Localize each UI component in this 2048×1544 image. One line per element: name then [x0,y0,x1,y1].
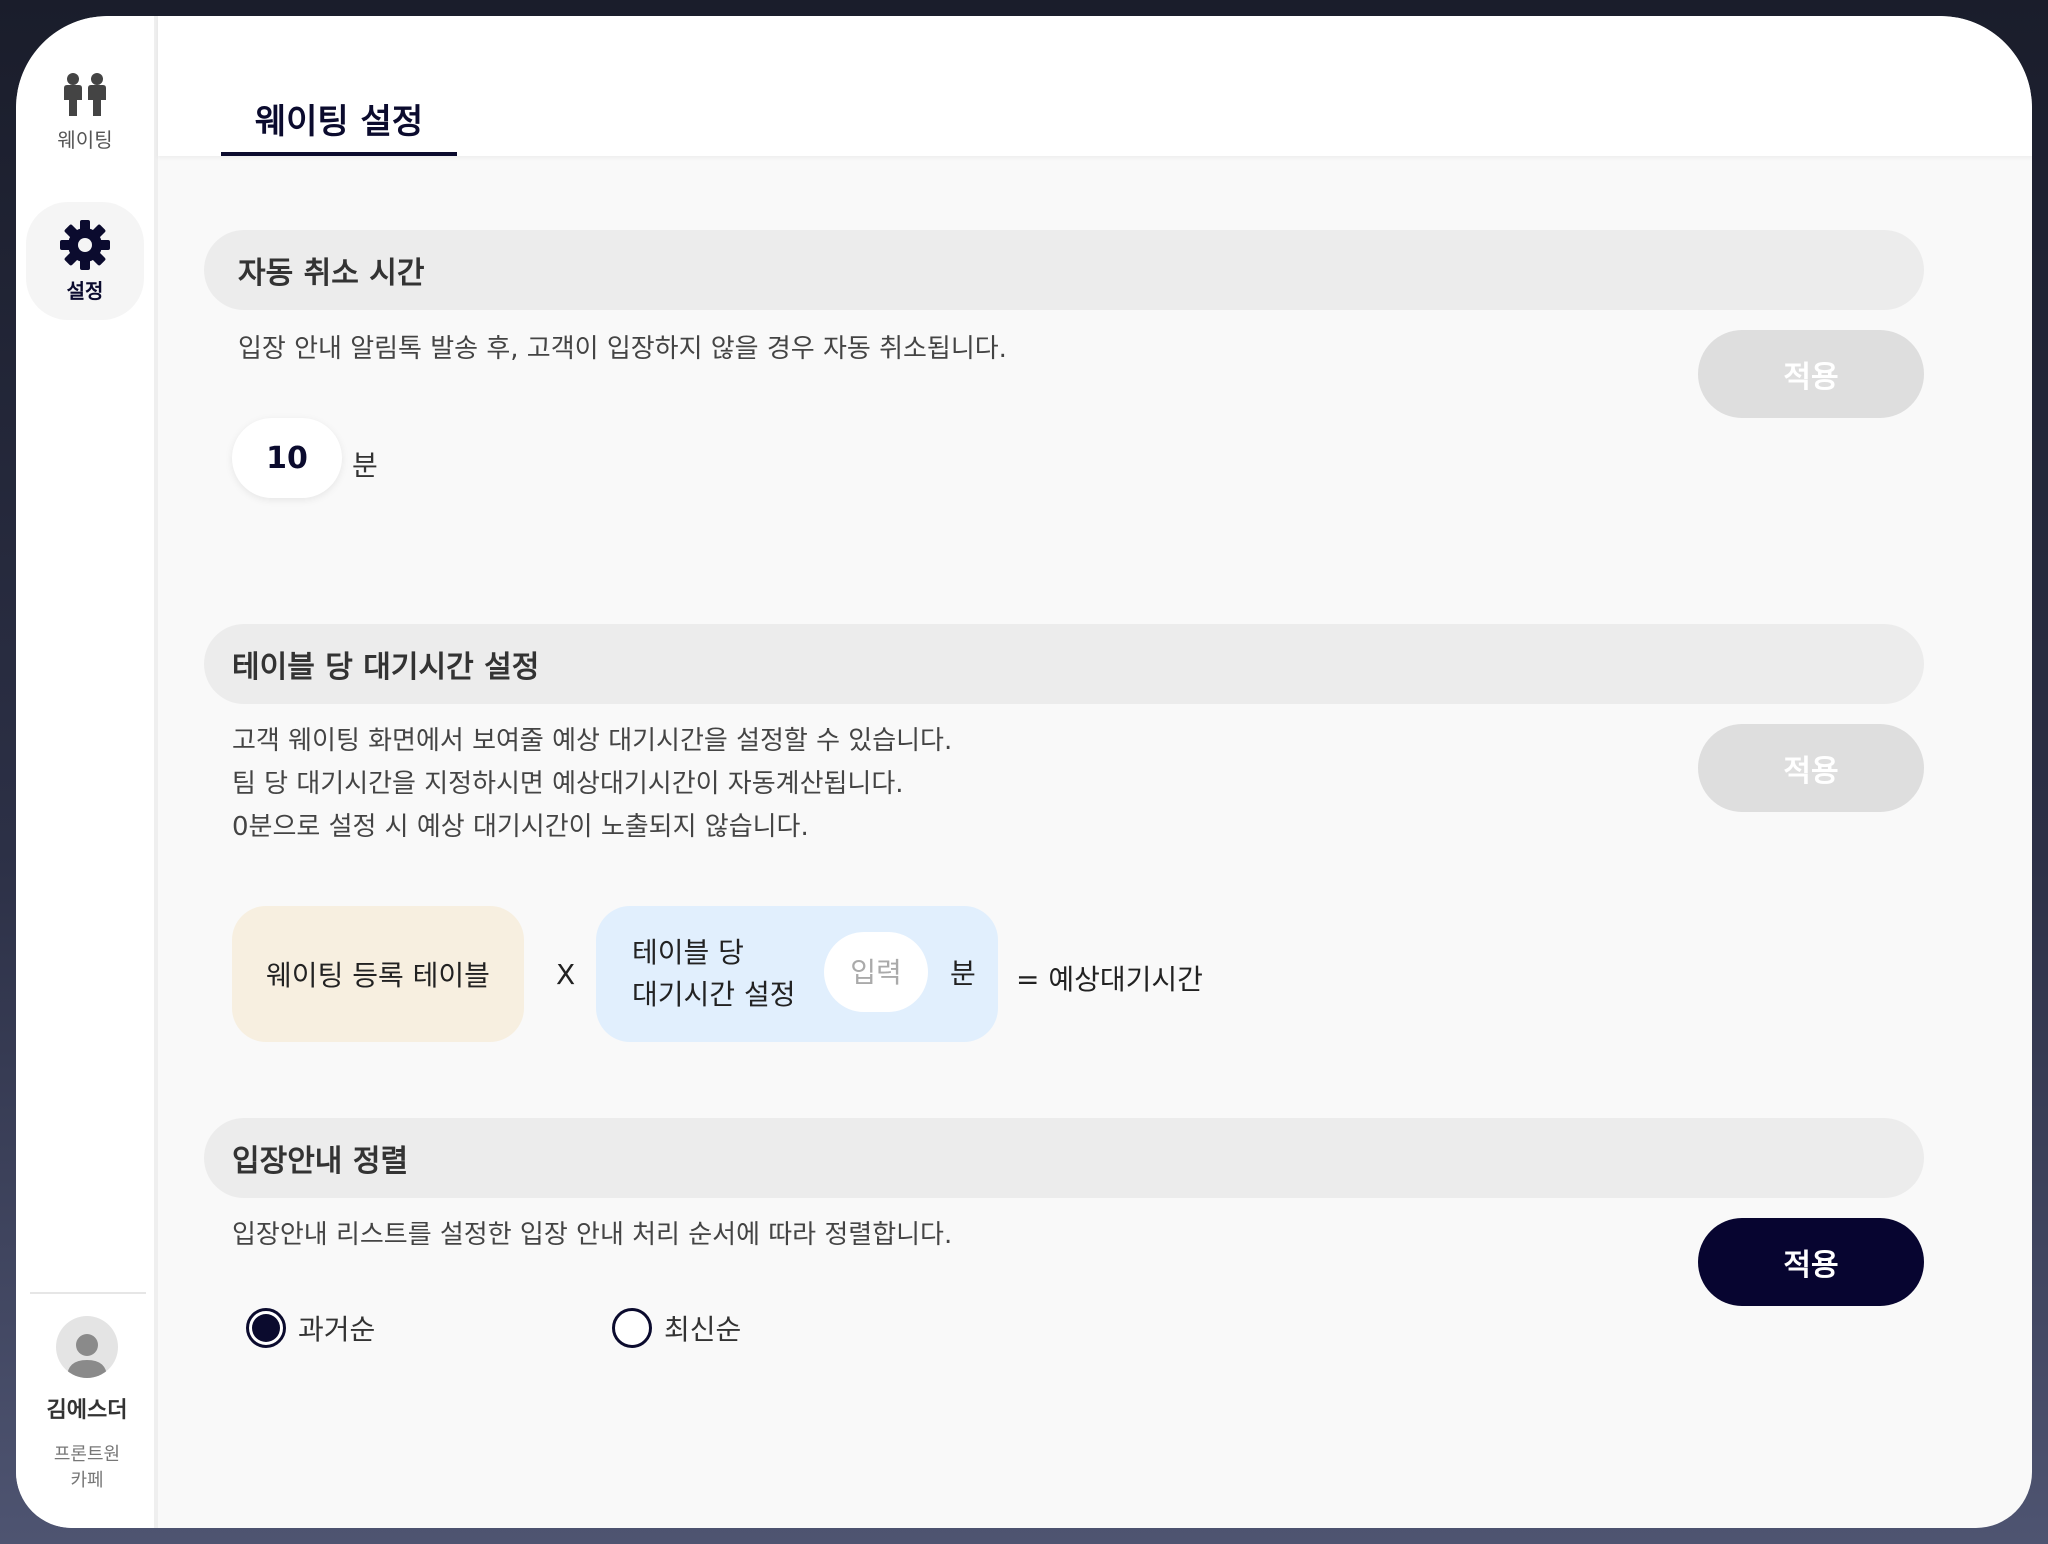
sort-oldest-radio[interactable]: 과거순 [246,1308,375,1348]
sidebar-item-label: 웨이팅 [57,128,113,152]
description-line: 고객 웨이팅 화면에서 보여줄 예상 대기시간을 설정할 수 있습니다. [232,726,953,756]
estimated-wait-label: = 예상대기시간 [1016,963,1203,996]
people-icon [64,73,106,116]
pill-label: 테이블 당 대기시간 설정 [632,936,796,1011]
user-profile[interactable]: 김에스더 프론트원 카페 [16,1316,158,1494]
description-line: 팀 당 대기시간을 지정하시면 예상대기시간이 자동계산됩니다. [232,769,904,799]
sidebar: 웨이팅 설정 김에스더 프론트원 카페 [16,16,158,1528]
radio-button[interactable] [612,1308,652,1348]
user-icon [67,1334,107,1378]
profile-store: 프론트원 카페 [53,1444,121,1491]
sidebar-item-label: 설정 [66,278,104,303]
wait-time-apply-button[interactable]: 적용 [1698,724,1924,812]
header: 웨이팅 설정 [158,16,2032,156]
app-window: 웨이팅 설정 김에스더 프론트원 카페 웨이팅 설정 자동 취소 시간 입장 안… [16,16,2032,1528]
avatar [56,1316,118,1378]
section-header-entry-sort: 입장안내 정렬 [204,1118,1924,1198]
sort-newest-radio[interactable]: 최신순 [612,1308,741,1348]
sidebar-divider [30,1292,146,1294]
sidebar-item-settings[interactable]: 설정 [26,202,144,320]
description-line: 0분으로 설정 시 예상 대기시간이 노출되지 않습니다. [232,812,809,842]
section-title: 입장안내 정렬 [232,1144,409,1179]
entry-sort-description: 입장안내 리스트를 설정한 입장 안내 처리 순서에 따라 정렬합니다. [232,1220,953,1250]
radio-selected-dot [252,1314,280,1342]
radio-label: 최신순 [664,1313,742,1346]
tab-waiting-settings[interactable]: 웨이팅 설정 [221,94,457,156]
gear-icon [60,219,110,270]
waiting-tables-pill: 웨이팅 등록 테이블 [232,906,524,1042]
tab-label: 웨이팅 설정 [254,102,424,142]
section-header-wait-time: 테이블 당 대기시간 설정 [204,624,1924,704]
wait-time-per-table-pill: 테이블 당 대기시간 설정 분 [596,906,998,1042]
radio-label: 과거순 [298,1313,376,1346]
section-header-auto-cancel: 자동 취소 시간 [204,230,1924,310]
section-title: 테이블 당 대기시간 설정 [232,650,540,685]
wait-minutes-unit: 분 [950,957,976,990]
profile-name: 김에스더 [46,1398,128,1423]
auto-cancel-description: 입장 안내 알림톡 발송 후, 고객이 입장하지 않을 경우 자동 취소됩니다. [238,334,1007,364]
auto-cancel-unit: 분 [352,449,378,482]
wait-time-description: 고객 웨이팅 화면에서 보여줄 예상 대기시간을 설정할 수 있습니다. 팀 당… [232,720,952,849]
auto-cancel-apply-button[interactable]: 적용 [1698,330,1924,418]
sidebar-item-waiting[interactable]: 웨이팅 [26,72,144,182]
auto-cancel-minutes-input[interactable]: 10 [232,418,342,498]
radio-button[interactable] [246,1308,286,1348]
section-title: 자동 취소 시간 [238,256,425,291]
wait-minutes-input[interactable] [824,932,928,1012]
pill-label: 웨이팅 등록 테이블 [266,959,490,992]
multiply-sign: X [556,958,576,991]
entry-sort-apply-button[interactable]: 적용 [1698,1218,1924,1306]
